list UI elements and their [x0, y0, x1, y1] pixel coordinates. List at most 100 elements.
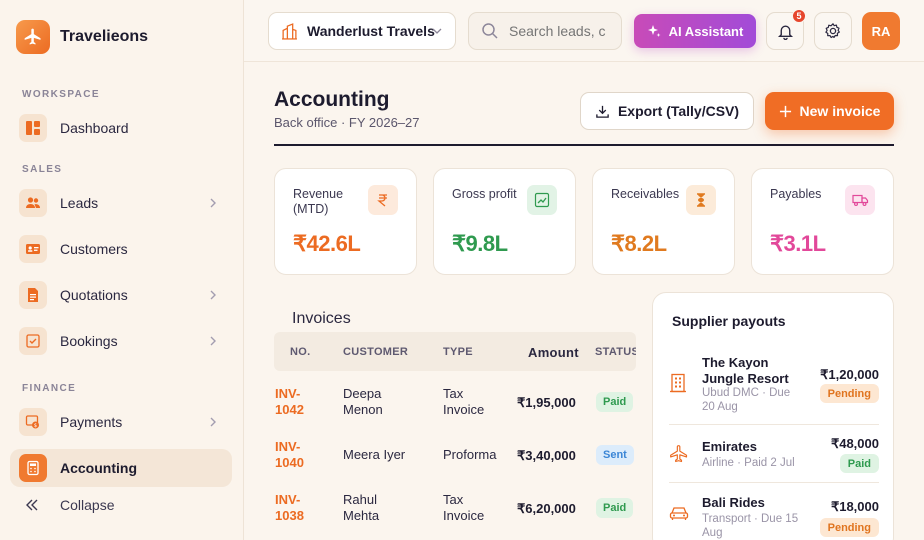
supplier-meta: Ubud DMC · Due 20 Aug	[702, 387, 791, 413]
kpi-label: Revenue (MTD)	[293, 187, 344, 216]
list-item[interactable]: The Kayon Jungle Resort Ubud DMC · Due 20 …	[669, 351, 879, 425]
ai-assistant-button[interactable]: AI Assistant	[634, 14, 756, 48]
sidebar-item-quotations[interactable]: Quotations	[10, 276, 232, 314]
sidebar-item-customers[interactable]: Customers	[10, 230, 232, 268]
customer-name: Meera Iyer	[343, 447, 406, 462]
topbar: Wanderlust Travels AI Assistant 5 RA	[244, 0, 924, 62]
sidebar-item-dashboard[interactable]: Dashboard	[10, 109, 232, 147]
supplier-meta: Transport · Due 15 Aug	[702, 513, 799, 539]
brand-name: Travelieons	[60, 28, 149, 45]
col-header-no[interactable]: NO.	[290, 346, 310, 358]
dashboard-icon	[19, 114, 47, 142]
kpi-label: Receivables	[611, 187, 680, 201]
status-badge: Paid	[596, 498, 634, 518]
table-row[interactable]: INV- 1038 Rahul Mehta Tax Invoice ₹6,20,000…	[274, 483, 636, 535]
sidebar-item-label: Bookings	[60, 333, 118, 349]
new-invoice-label: New invoice	[799, 103, 881, 119]
kpi-card-receivables: Receivables ₹8.2L	[592, 168, 735, 275]
export-label: Export (Tally/CSV)	[617, 103, 740, 119]
svg-text:$: $	[34, 423, 37, 429]
calendar-check-icon	[19, 327, 47, 355]
search-icon	[482, 23, 498, 39]
workspace-name: Wanderlust Travels	[307, 23, 435, 39]
workspace-selector[interactable]: Wanderlust Travels	[268, 12, 456, 50]
collapse-label: Collapse	[60, 497, 115, 513]
chevron-right-icon	[210, 417, 216, 427]
section-label-finance: FINANCE	[22, 383, 77, 394]
sidebar-item-label: Leads	[60, 195, 99, 211]
sidebar-item-accounting[interactable]: Accounting	[10, 449, 232, 487]
kpi-value: ₹8.2L	[611, 231, 667, 256]
notifications-button[interactable]: 5	[766, 9, 806, 50]
list-item[interactable]: Emirates Airline · Paid 2 Jul ₹48,000 Pa…	[669, 425, 879, 483]
section-label-sales: SALES	[22, 164, 63, 175]
payout-amount: ₹18,000	[830, 499, 879, 514]
section-label-workspace: WORKSPACE	[22, 89, 100, 100]
invoice-number[interactable]: INV- 1042	[275, 386, 304, 418]
export-button[interactable]: Export (Tally/CSV)	[580, 92, 754, 130]
invoice-number[interactable]: INV- 1038	[275, 492, 304, 524]
ai-assistant-label: AI Assistant	[668, 23, 744, 39]
status-badge: Paid	[596, 392, 634, 412]
invoice-amount: ₹3,40,000	[517, 448, 576, 463]
status-badge: Pending	[819, 518, 879, 537]
sidebar-item-bookings[interactable]: Bookings	[10, 322, 232, 360]
col-header-status[interactable]: STATUS	[595, 346, 636, 358]
customer-name: Deepa Menon	[343, 386, 383, 417]
chevron-down-icon	[432, 28, 442, 34]
table-row[interactable]: INV- 1040 Meera Iyer Proforma ₹3,40,000 S…	[274, 430, 636, 482]
page-title: Accounting	[274, 88, 390, 111]
chevron-right-icon	[210, 198, 216, 208]
kpi-value: ₹3.1L	[770, 231, 826, 256]
col-header-customer[interactable]: CUSTOMER	[343, 346, 408, 358]
payout-amount: ₹48,000	[830, 436, 879, 451]
invoices-title: Invoices	[292, 310, 351, 327]
plane-logo-icon	[16, 20, 50, 54]
brand[interactable]: Travelieons	[16, 20, 148, 54]
bell-icon	[777, 25, 793, 40]
building-icon	[670, 373, 686, 393]
avatar[interactable]: RA	[862, 12, 900, 50]
supplier-name: Emirates	[702, 439, 757, 454]
sidebar-item-payments[interactable]: $ Payments	[10, 403, 232, 441]
status-badge: Sent	[596, 445, 634, 465]
invoice-type: Tax Invoice	[443, 386, 485, 417]
col-header-type[interactable]: TYPE	[443, 346, 473, 358]
payout-amount: ₹1,20,000	[820, 367, 879, 382]
kpi-card-gross-profit: Gross profit ₹9.8L	[433, 168, 576, 275]
supplier-payouts-card: Supplier payouts The Kayon Jungle Resort …	[652, 292, 894, 540]
kpi-label: Payables	[770, 187, 822, 201]
sidebar: Travelieons WORKSPACE Dashboard SALES Le…	[0, 0, 244, 540]
page-subtitle: Back office · FY 2026–27	[274, 115, 420, 130]
search-box[interactable]	[468, 12, 622, 50]
supplier-name: The Kayon Jungle Resort	[702, 355, 789, 386]
invoice-amount: ₹1,95,000	[517, 395, 576, 410]
rupee-icon	[368, 185, 398, 215]
invoice-type: Tax Invoice	[443, 492, 485, 523]
sidebar-item-label: Dashboard	[60, 120, 129, 136]
kpi-value: ₹42.6L	[293, 231, 361, 256]
kpi-card-revenue: Revenue (MTD) ₹42.6L	[274, 168, 417, 275]
sidebar-item-leads[interactable]: Leads	[10, 184, 232, 222]
title-divider	[274, 144, 894, 146]
kpi-card-payables: Payables ₹3.1L	[751, 168, 894, 275]
car-icon	[669, 507, 689, 520]
col-header-amount[interactable]: Amount	[528, 345, 579, 360]
table-row[interactable]: INV- 1042 Deepa Menon Tax Invoice ₹1,95,000…	[274, 376, 636, 428]
id-card-icon	[19, 235, 47, 263]
users-icon	[19, 189, 47, 217]
invoice-type: Proforma	[443, 447, 497, 462]
truck-icon	[845, 185, 875, 215]
kpi-value: ₹9.8L	[452, 231, 508, 256]
invoice-number[interactable]: INV- 1040	[275, 439, 304, 471]
settings-button[interactable]	[814, 12, 852, 50]
search-input[interactable]	[509, 23, 609, 39]
sparkle-icon	[647, 25, 661, 37]
collapse-button[interactable]: Collapse	[24, 497, 114, 513]
chevron-right-icon	[210, 290, 216, 300]
kpi-label: Gross profit	[452, 187, 517, 201]
table-header: NO. CUSTOMER TYPE Amount STATUS	[274, 332, 636, 371]
status-badge: Paid	[839, 454, 879, 473]
new-invoice-button[interactable]: New invoice	[765, 92, 894, 130]
list-item[interactable]: Bali Rides Transport · Due 15 Aug ₹18,000…	[669, 483, 879, 540]
